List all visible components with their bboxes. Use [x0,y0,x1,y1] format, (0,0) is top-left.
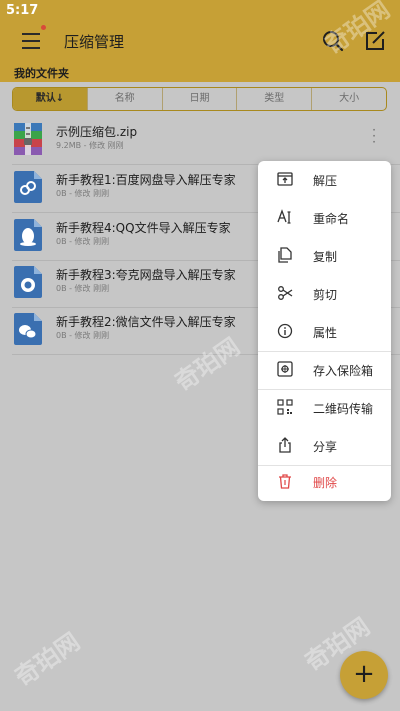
file-meta: 0B - 修改 刚刚 [56,189,110,198]
file-row-zip[interactable]: 示例压缩包.zip 9.2MB - 修改 刚刚 · · · [0,119,400,165]
menu-label: 分享 [313,440,338,454]
rename-icon [277,209,291,224]
menu-item-save-to-safe[interactable]: 存入保险箱 [258,351,391,389]
menu-label: 二维码传输 [313,402,374,416]
menu-label: 解压 [313,174,338,188]
extract-icon [277,172,293,186]
file-name: 新手教程2:微信文件导入解压专家 [56,315,236,329]
page-title: 压缩管理 [64,33,125,51]
sort-tab-size[interactable]: 大小 [312,88,386,110]
plus-icon: + [353,659,375,689]
qr-code-icon [277,399,293,415]
menu-item-properties[interactable]: 属性 [258,313,391,351]
file-meta: 9.2MB - 修改 刚刚 [56,141,124,150]
menu-label: 存入保险箱 [313,364,374,378]
sort-tab-default[interactable]: 默认↓ [13,88,88,110]
notification-dot [41,25,46,30]
trash-icon [279,474,291,489]
menu-item-qr-transfer[interactable]: 二维码传输 [258,389,391,427]
file-name: 新手教程3:夸克网盘导入解压专家 [56,268,236,282]
sort-tab-date[interactable]: 日期 [163,88,238,110]
menu-label: 剪切 [313,288,338,302]
copy-icon [278,247,292,263]
qq-file-icon [14,219,42,251]
menu-item-delete[interactable]: 删除 [258,463,391,501]
wechat-file-icon [14,313,42,345]
file-meta: 0B - 修改 刚刚 [56,331,110,340]
hamburger-menu-icon[interactable] [22,33,42,49]
sort-tab-type[interactable]: 类型 [237,88,313,110]
file-name: 示例压缩包.zip [56,125,138,139]
quark-file-icon [14,266,42,298]
sort-tab-name[interactable]: 名称 [88,88,163,110]
menu-item-copy[interactable]: 复制 [258,237,391,275]
watermark: 奇珀网 [9,627,85,692]
file-name: 新手教程4:QQ文件导入解压专家 [56,221,231,235]
safe-icon [277,361,293,377]
menu-label: 复制 [313,250,338,264]
zip-archive-icon [14,123,42,155]
file-name: 新手教程1:百度网盘导入解压专家 [56,173,236,187]
menu-label: 属性 [313,326,338,340]
more-options-icon[interactable]: · · · [370,124,378,148]
link-file-icon [14,171,42,203]
menu-item-extract[interactable]: 解压 [258,161,391,199]
menu-label: 删除 [313,476,338,490]
file-meta: 0B - 修改 刚刚 [56,237,110,246]
add-fab-button[interactable]: + [340,651,388,699]
menu-item-cut[interactable]: 剪切 [258,275,391,313]
status-time: 5:17 [6,3,39,18]
menu-label: 重命名 [313,212,350,226]
context-menu: 解压 重命名 复制 剪切 属性 存入保险箱 二维码传输 分享 删除 [258,161,391,501]
scissors-icon [278,286,293,300]
sort-tabs: 默认↓ 名称 日期 类型 大小 [12,87,387,111]
share-icon [279,437,291,453]
file-meta: 0B - 修改 刚刚 [56,284,110,293]
menu-item-rename[interactable]: 重命名 [258,199,391,237]
folder-section-label: 我的文件夹 [14,67,69,80]
info-icon [277,323,293,339]
menu-item-share[interactable]: 分享 [258,427,391,465]
